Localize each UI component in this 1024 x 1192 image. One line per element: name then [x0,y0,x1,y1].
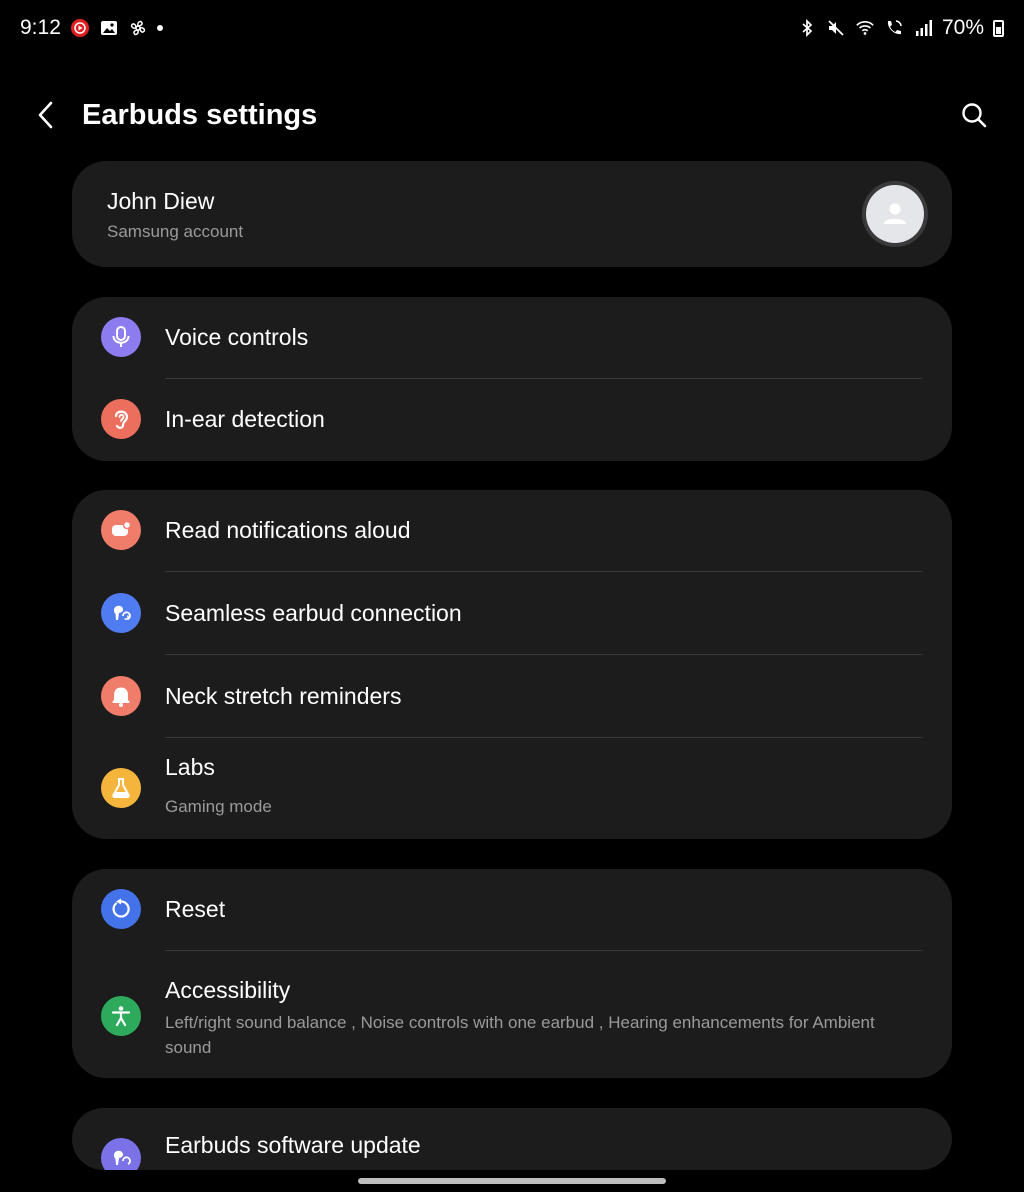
bell-icon [101,676,141,716]
person-icon [884,203,906,224]
settings-item-seamless-earbud-connection[interactable]: Seamless earbud connection [72,572,952,655]
chevron-left-icon [38,101,53,129]
voice-controls-label: Voice controls [165,324,309,350]
account-subtitle: Samsung account [107,222,244,241]
in-ear-detection-label: In-ear detection [165,406,325,432]
bluetooth-icon [797,18,817,38]
microphone-icon [101,317,141,357]
status-time: 9:12 [20,16,61,39]
settings-group-4: Earbuds software update [72,1108,952,1170]
settings-item-in-ear-detection[interactable]: In-ear detection [72,379,952,461]
settings-group-1: Voice controls In-ear detection [72,297,952,461]
software-update-icon [101,1138,141,1170]
flask-icon [101,768,141,808]
labs-subtitle: Gaming mode [165,797,272,816]
accessibility-icon [101,996,141,1036]
battery-icon [993,19,1004,37]
account-name: John Diew [107,188,215,214]
status-bar: 9:12 70% [0,0,1024,56]
settings-item-voice-controls[interactable]: Voice controls [72,297,952,379]
seamless-earbud-connection-label: Seamless earbud connection [165,600,462,626]
search-button[interactable] [958,99,990,131]
settings-item-read-notifications-aloud[interactable]: Read notifications aloud [72,490,952,572]
wifi-icon [855,18,875,38]
reset-label: Reset [165,896,226,922]
reset-icon [101,889,141,929]
status-bar-left: 9:12 [20,16,163,40]
signal-icon [913,18,933,38]
ear-icon [101,399,141,439]
screen: 9:12 70% Earbuds settings John Diew Sams… [0,0,1024,1192]
settings-item-earbuds-software-update[interactable]: Earbuds software update [72,1108,952,1170]
avatar[interactable] [862,181,928,247]
notification-dot [156,25,163,31]
settings-item-accessibility[interactable]: Accessibility Left/right sound balance ,… [72,951,952,1078]
settings-item-neck-stretch-reminders[interactable]: Neck stretch reminders [72,655,952,738]
notification-speech-icon [101,510,141,550]
gallery-icon [99,18,119,38]
accessibility-subtitle: Left/right sound balance , Noise control… [165,1013,875,1057]
avatar-inner [866,185,924,243]
read-notifications-aloud-label: Read notifications aloud [165,517,411,543]
settings-group-3: Reset Accessibility Left/right sound bal… [72,869,952,1078]
settings-item-labs[interactable]: Labs Gaming mode [72,738,952,839]
fan-icon [128,18,148,38]
battery-percent: 70% [941,16,984,39]
accessibility-label: Accessibility [165,977,291,1003]
youtube-music-icon [70,18,90,38]
settings-group-2: Read notifications aloud Seamless earbud… [72,490,952,839]
earbud-connection-icon [101,593,141,633]
neck-stretch-reminders-label: Neck stretch reminders [165,683,402,709]
app-header: Earbuds settings [0,84,1024,146]
page-title: Earbuds settings [82,98,318,131]
back-button[interactable] [30,95,62,135]
account-card[interactable]: John Diew Samsung account [72,161,952,267]
wifi-calling-icon [884,18,904,38]
gesture-nav-handle[interactable] [358,1178,666,1184]
mute-icon [826,18,846,38]
labs-label: Labs [165,754,215,780]
settings-item-reset[interactable]: Reset [72,869,952,951]
status-bar-right: 70% [797,16,1004,40]
earbuds-software-update-label: Earbuds software update [165,1132,421,1158]
search-icon [962,103,987,128]
